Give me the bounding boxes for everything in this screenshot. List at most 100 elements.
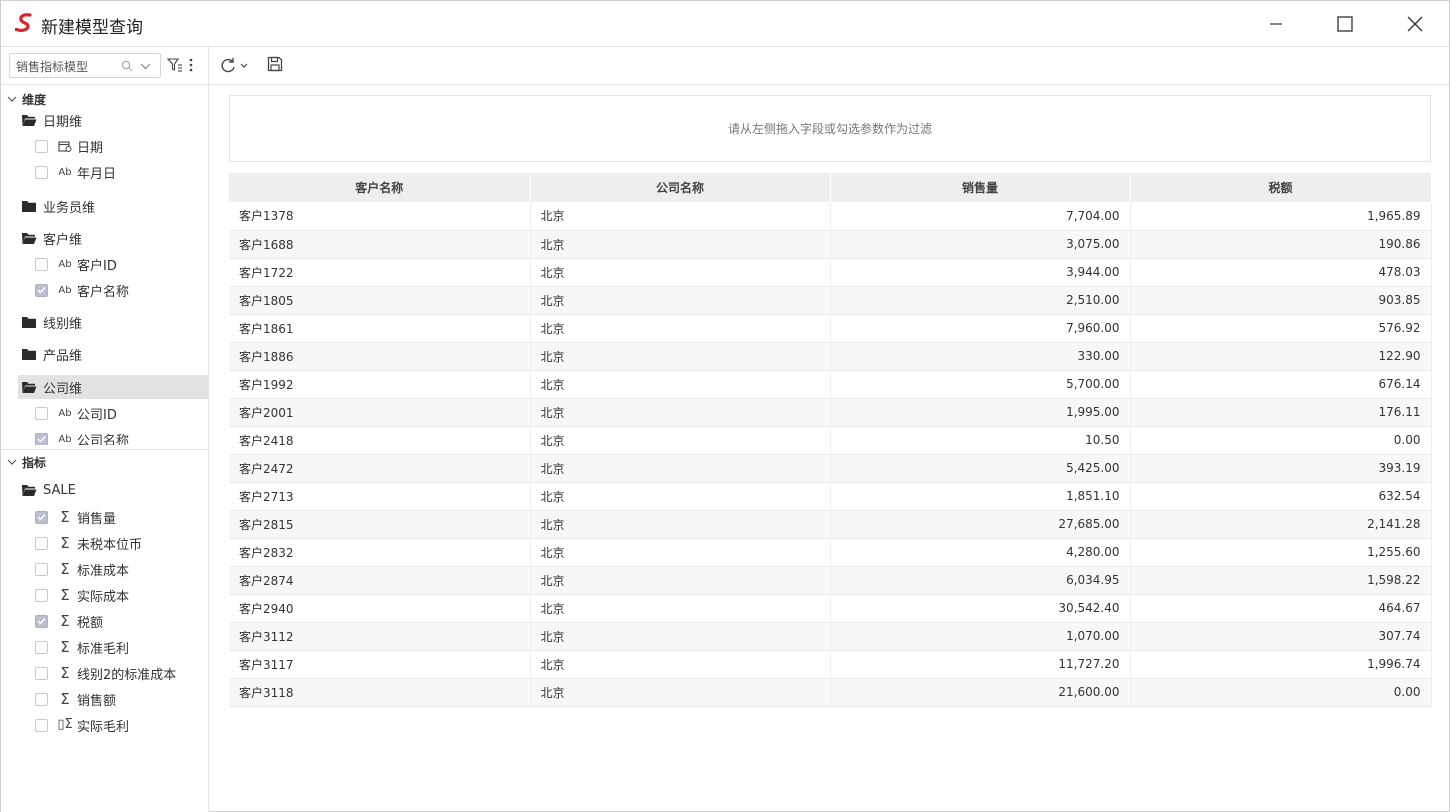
- field-checkbox-checked[interactable]: [35, 510, 48, 524]
- table-row[interactable]: 客户2940 北京 30,542.40 464.67: [229, 594, 1432, 623]
- table-row[interactable]: 客户2874 北京 6,034.95 1,598.22: [229, 566, 1432, 595]
- field-checkbox[interactable]: [35, 562, 48, 576]
- table-cell: 北京: [530, 258, 831, 287]
- save-button[interactable]: [267, 56, 283, 76]
- table-cell: 客户1805: [229, 286, 531, 315]
- field-checkbox[interactable]: [35, 406, 48, 420]
- field-date[interactable]: 日期: [35, 135, 205, 157]
- model-select[interactable]: 销售指标模型: [9, 53, 161, 78]
- folder-label: SALE: [43, 482, 76, 498]
- column-header[interactable]: 公司名称: [530, 173, 831, 202]
- text-field-icon: Ab: [58, 258, 72, 270]
- table-row[interactable]: 客户3117 北京 11,727.20 1,996.74: [229, 650, 1432, 679]
- table-row[interactable]: 客户1378 北京 7,704.00 1,965.89: [229, 202, 1432, 231]
- field-checkbox[interactable]: [35, 139, 48, 153]
- folder-line-dim[interactable]: 线别维: [18, 310, 208, 334]
- measure-actual-margin[interactable]: ▯Σ 实际毛利: [35, 714, 205, 736]
- field-ymd[interactable]: Ab 年月日: [35, 161, 205, 183]
- measure-tax[interactable]: Σ 税额: [35, 610, 205, 632]
- column-header[interactable]: 客户名称: [229, 173, 531, 202]
- minimize-button[interactable]: [1241, 1, 1311, 47]
- filter-list-icon[interactable]: [167, 57, 183, 73]
- table-row[interactable]: 客户2832 北京 4,280.00 1,255.60: [229, 538, 1432, 567]
- field-checkbox[interactable]: [35, 640, 48, 654]
- field-checkbox[interactable]: [35, 718, 48, 732]
- table-row[interactable]: 客户3118 北京 21,600.00 0.00: [229, 678, 1432, 707]
- table-row[interactable]: 客户2418 北京 10.50 0.00: [229, 426, 1432, 455]
- measure-std-margin[interactable]: Σ 标准毛利: [35, 636, 205, 658]
- table-row[interactable]: 客户3112 北京 1,070.00 307.74: [229, 622, 1432, 651]
- table-cell: 330.00: [830, 342, 1131, 371]
- table-cell: 北京: [530, 370, 831, 399]
- table-cell: 北京: [530, 622, 831, 651]
- field-checkbox-checked[interactable]: [35, 432, 48, 445]
- field-checkbox[interactable]: [35, 588, 48, 602]
- table-cell: 6,034.95: [830, 566, 1131, 595]
- folder-company-dim[interactable]: 公司维: [18, 375, 208, 399]
- table-row[interactable]: 客户1861 北京 7,960.00 576.92: [229, 314, 1432, 343]
- field-checkbox-checked[interactable]: [35, 614, 48, 628]
- folder-salesman-dim[interactable]: 业务员维: [18, 194, 208, 218]
- folder-customer-dim[interactable]: 客户维: [18, 226, 208, 250]
- more-vertical-icon[interactable]: [188, 57, 194, 73]
- table-cell: 北京: [530, 314, 831, 343]
- table-cell: 北京: [530, 538, 831, 567]
- model-select-value: 销售指标模型: [16, 60, 89, 74]
- column-header[interactable]: 销售量: [830, 173, 1131, 202]
- field-checkbox[interactable]: [35, 692, 48, 706]
- field-customer-id[interactable]: Ab 客户ID: [35, 253, 205, 275]
- field-company-name[interactable]: Ab 公司名称: [35, 428, 205, 445]
- search-icon[interactable]: [121, 60, 133, 72]
- dimensions-section-header[interactable]: 维度: [7, 89, 46, 109]
- field-checkbox[interactable]: [35, 257, 48, 271]
- folder-sale[interactable]: SALE: [18, 478, 208, 502]
- table-row[interactable]: 客户1886 北京 330.00 122.90: [229, 342, 1432, 371]
- table-cell: 5,700.00: [830, 370, 1131, 399]
- table-row[interactable]: 客户2472 北京 5,425.00 393.19: [229, 454, 1432, 483]
- measure-line2-std-cost[interactable]: Σ 线别2的标准成本: [35, 662, 205, 684]
- field-checkbox[interactable]: [35, 165, 48, 179]
- folder-date-dim[interactable]: 日期维: [18, 108, 208, 132]
- measure-sales-amount[interactable]: Σ 销售额: [35, 688, 205, 710]
- table-cell: 客户3112: [229, 622, 531, 651]
- table-cell: 客户1861: [229, 314, 531, 343]
- table-cell: 北京: [530, 566, 831, 595]
- measure-std-cost[interactable]: Σ 标准成本: [35, 558, 205, 580]
- field-checkbox-checked[interactable]: [35, 283, 48, 297]
- sigma-icon: Σ: [60, 534, 70, 552]
- measures-section-header[interactable]: 指标: [7, 452, 46, 472]
- field-label: 税额: [77, 615, 104, 631]
- field-company-id[interactable]: Ab 公司ID: [35, 402, 205, 424]
- field-checkbox[interactable]: [35, 536, 48, 550]
- refresh-button[interactable]: [219, 56, 251, 78]
- table-row[interactable]: 客户1805 北京 2,510.00 903.85: [229, 286, 1432, 315]
- close-button[interactable]: [1380, 1, 1450, 47]
- measure-untaxed[interactable]: Σ 未税本位币: [35, 532, 205, 554]
- table-cell: 122.90: [1130, 342, 1432, 371]
- column-header[interactable]: 税额: [1130, 173, 1432, 202]
- folder-icon: [22, 316, 36, 328]
- field-label: 日期: [77, 140, 104, 156]
- measure-actual-cost[interactable]: Σ 实际成本: [35, 584, 205, 606]
- sigma-icon: Σ: [60, 560, 70, 578]
- field-checkbox[interactable]: [35, 666, 48, 680]
- field-customer-name[interactable]: Ab 客户名称: [35, 279, 205, 301]
- folder-icon: [22, 348, 36, 360]
- field-sidebar: 销售指标模型 维度 日期维 日期 Ab 年月日 业务员维 客户维 Ab 客户ID…: [1, 47, 209, 812]
- filter-drop-zone[interactable]: 请从左侧拖入字段或勾选参数作为过滤: [229, 95, 1431, 162]
- measure-sales-qty[interactable]: Σ 销售量: [35, 506, 205, 528]
- table-row[interactable]: 客户2713 北京 1,851.10 632.54: [229, 482, 1432, 511]
- table-row[interactable]: 客户2815 北京 27,685.00 2,141.28: [229, 510, 1432, 539]
- table-row[interactable]: 客户2001 北京 1,995.00 176.11: [229, 398, 1432, 427]
- table-row[interactable]: 客户1722 北京 3,944.00 478.03: [229, 258, 1432, 287]
- maximize-button[interactable]: [1310, 1, 1380, 47]
- table-cell: 客户3118: [229, 678, 531, 707]
- measure-tree: 指标 SALE Σ 销售量 Σ 未税本位币 Σ 标准成本 Σ 实际成本 Σ 税额…: [1, 449, 208, 812]
- table-row[interactable]: 客户1992 北京 5,700.00 676.14: [229, 370, 1432, 399]
- table-body: 客户1378 北京 7,704.00 1,965.89 客户1688 北京 3,075.00…: [229, 202, 1432, 707]
- table-row[interactable]: 客户1688 北京 3,075.00 190.86: [229, 230, 1432, 259]
- table-cell: 北京: [530, 342, 831, 371]
- folder-product-dim[interactable]: 产品维: [18, 342, 208, 366]
- table-cell: 632.54: [1130, 482, 1432, 511]
- chevron-down-icon[interactable]: [140, 61, 151, 71]
